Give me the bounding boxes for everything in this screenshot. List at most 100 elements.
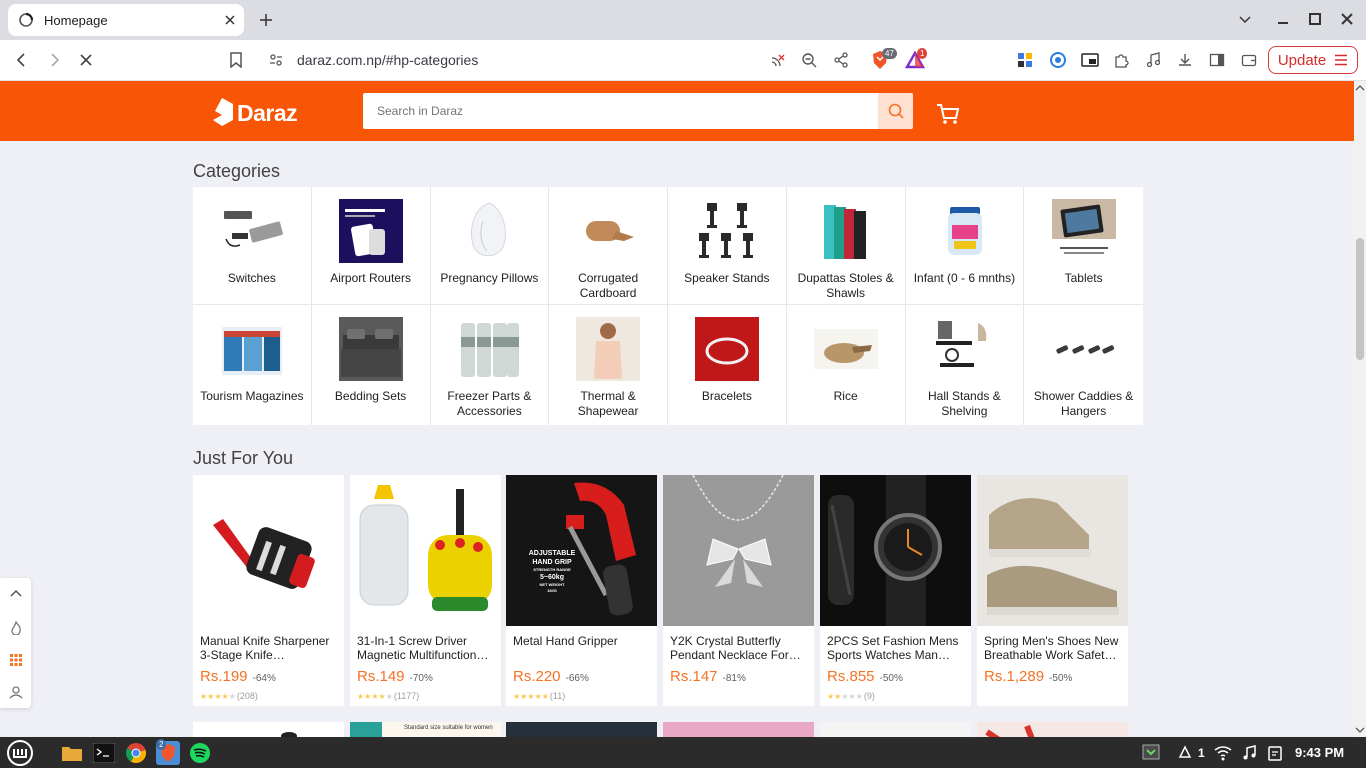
category-speaker-stands[interactable]: Speaker Stands [668, 187, 787, 305]
review-count: (11) [549, 691, 566, 701]
product-card[interactable]: ADJUSTABLE HAND GRIP STRENGTH RANGE 5~60… [506, 475, 657, 706]
update-button[interactable]: Update [1268, 46, 1358, 74]
files-icon[interactable] [60, 741, 84, 765]
category-tourism-magazines[interactable]: Tourism Magazines [193, 305, 312, 425]
product-price: Rs.199 [200, 668, 248, 685]
category-corrugated-cardboard[interactable]: Corrugated Cardboard [549, 187, 668, 305]
account-icon[interactable] [9, 685, 23, 699]
category-image [220, 317, 284, 381]
tab-close-icon[interactable] [224, 14, 236, 26]
back-icon[interactable] [12, 50, 32, 70]
update-manager-icon[interactable] [1142, 744, 1160, 760]
category-pregnancy-pillows[interactable]: Pregnancy Pillows [430, 187, 550, 305]
spotify-icon[interactable] [188, 741, 212, 765]
wifi-icon[interactable] [1214, 745, 1232, 761]
category-hall-stands-shelving[interactable]: Hall Stands & Shelving [906, 305, 1025, 425]
puzzle-extension-icon[interactable] [1113, 52, 1129, 68]
product-card[interactable]: 31-In-1 Screw Driver Magnetic Multifunct… [350, 475, 501, 706]
product-rating: ★★★★★ (11) [513, 691, 650, 701]
scroll-down-arrow-icon[interactable] [1355, 726, 1365, 734]
media-music-icon[interactable] [1145, 52, 1161, 68]
terminal-icon[interactable] [92, 741, 116, 765]
product-card[interactable]: Spring Men's Shoes New Breathable Work S… [977, 475, 1128, 706]
category-image [695, 199, 759, 263]
search-input[interactable] [363, 93, 878, 129]
tab-homepage[interactable]: Homepage [8, 4, 244, 36]
review-count: (9) [863, 691, 875, 701]
flame-icon[interactable] [9, 621, 23, 635]
clock[interactable]: 9:43 PM [1295, 745, 1344, 760]
star-icon: ★ [378, 692, 386, 701]
product-price: Rs.149 [357, 668, 405, 685]
daraz-logo-text[interactable]: Daraz [237, 100, 298, 127]
category-image [338, 199, 403, 263]
maximize-icon[interactable] [1308, 12, 1324, 28]
rating-stars: ★★★★★ [200, 691, 236, 701]
star-icon: ★ [527, 692, 535, 701]
product-name: Y2K Crystal Butterfly Pendant Necklace F… [670, 634, 789, 662]
zoom-out-icon[interactable] [801, 52, 817, 68]
product-name: 2PCS Set Fashion Mens Sports Watches Man… [827, 634, 959, 662]
category-image [576, 317, 641, 381]
category-infant[interactable]: Infant (0 - 6 mnths) [905, 187, 1025, 305]
category-freezer-parts[interactable]: Freezer Parts & Accessories [431, 305, 550, 425]
categories-grid-icon[interactable] [9, 653, 23, 667]
star-icon: ★ [228, 692, 236, 701]
gripper-text: 160G [547, 588, 557, 593]
page-scrollbar[interactable] [1354, 81, 1366, 737]
sidebar-toggle-icon[interactable] [1209, 52, 1225, 68]
clipboard-icon[interactable] [1267, 745, 1283, 761]
stop-loading-icon[interactable] [76, 50, 96, 70]
product-name: 31-In-1 Screw Driver Magnetic Multifunct… [357, 634, 477, 662]
star-icon: ★ [371, 692, 379, 701]
category-label: Bedding Sets [334, 389, 407, 403]
tab-list-chevron-icon[interactable] [1238, 12, 1254, 28]
category-shower-caddies-hangers[interactable]: Shower Caddies & Hangers [1024, 305, 1143, 425]
update-label: Update [1277, 51, 1327, 69]
product-name: Metal Hand Gripper [513, 634, 618, 648]
product-card[interactable]: Y2K Crystal Butterfly Pendant Necklace F… [663, 475, 814, 706]
category-tablets[interactable]: Tablets [1024, 187, 1143, 305]
url-text[interactable]: daraz.com.np/#hp-categories [297, 52, 478, 68]
product-image: ADJUSTABLE HAND GRIP STRENGTH RANGE 5~60… [506, 475, 657, 626]
category-image [1051, 199, 1116, 263]
bookmark-icon[interactable] [226, 50, 246, 70]
category-bracelets[interactable]: Bracelets [668, 305, 787, 425]
review-count: (1177) [393, 691, 420, 701]
minimize-icon[interactable] [1276, 12, 1292, 28]
category-switches[interactable]: Switches [193, 187, 312, 305]
chrome-icon[interactable] [124, 741, 148, 765]
category-bedding-sets[interactable]: Bedding Sets [312, 305, 431, 425]
category-dupattas-stoles-shawls[interactable]: Dupattas Stoles & Shawls [786, 187, 906, 305]
notifications-icon[interactable] [1177, 745, 1193, 761]
extensions-grid-icon[interactable] [1017, 52, 1033, 68]
cast-off-icon[interactable] [769, 52, 785, 68]
picture-in-picture-icon[interactable] [1081, 52, 1099, 68]
category-thermal-shapewear[interactable]: Thermal & Shapewear [549, 305, 668, 425]
vpn-icon[interactable] [1049, 51, 1067, 69]
search-button[interactable] [878, 93, 913, 129]
close-window-icon[interactable] [1340, 12, 1356, 28]
scroll-up-arrow-icon[interactable] [1355, 84, 1365, 92]
wallet-icon[interactable] [1241, 52, 1257, 68]
product-name: Spring Men's Shoes New Breathable Work S… [984, 634, 1119, 662]
mint-menu-icon[interactable] [6, 739, 34, 767]
scroll-top-icon[interactable] [9, 587, 23, 599]
product-card[interactable]: Manual Knife Sharpener 3-Stage Knife Sha… [193, 475, 344, 706]
product-price: Rs.1,289 [984, 668, 1045, 685]
new-tab-icon[interactable] [258, 12, 274, 28]
notifications-count: 1 [1198, 746, 1205, 760]
product-image [977, 475, 1128, 626]
sound-music-icon[interactable] [1241, 745, 1257, 761]
category-airport-routers[interactable]: Airport Routers [311, 187, 431, 305]
forward-icon[interactable] [44, 50, 64, 70]
share-icon[interactable] [833, 52, 849, 68]
product-card[interactable]: 2PCS Set Fashion Mens Sports Watches Man… [820, 475, 971, 706]
cart-icon[interactable] [936, 103, 960, 125]
site-settings-icon[interactable] [268, 52, 284, 68]
scrollbar-thumb[interactable] [1356, 238, 1364, 360]
daraz-logo-icon[interactable] [213, 98, 235, 126]
category-label: Speaker Stands [684, 271, 770, 285]
downloads-icon[interactable] [1177, 52, 1193, 68]
category-rice[interactable]: Rice [787, 305, 906, 425]
